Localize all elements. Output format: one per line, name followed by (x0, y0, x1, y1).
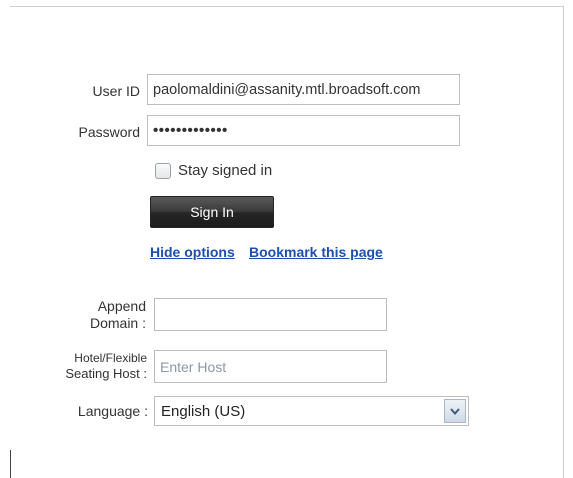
append-domain-label-line1: Append (97, 298, 146, 314)
frame-border-right (563, 6, 564, 478)
host-label: Hotel/Flexible Seating Host : (30, 351, 147, 381)
host-label-line2: Seating Host : (65, 366, 147, 381)
sign-in-button[interactable]: Sign In (150, 196, 274, 228)
host-label-line1: Hotel/Flexible (74, 351, 147, 365)
frame-border-top (10, 6, 564, 7)
bookmark-page-link[interactable]: Bookmark this page (249, 244, 383, 260)
user-id-label: User ID (92, 83, 140, 99)
append-domain-label-line2: Domain : (89, 315, 146, 331)
host-input[interactable] (154, 350, 387, 383)
stay-signed-in-checkbox[interactable] (155, 163, 171, 179)
append-domain-input[interactable] (154, 298, 387, 331)
user-id-input[interactable] (147, 74, 460, 105)
password-label: Password (78, 124, 140, 140)
append-domain-label: Append Domain : (50, 298, 146, 332)
language-label: Language : (77, 403, 148, 419)
language-select-value: English (US) (161, 403, 246, 420)
stay-signed-in-label[interactable]: Stay signed in (178, 162, 272, 179)
frame-border-left (10, 450, 11, 478)
sign-in-button-label: Sign In (190, 204, 234, 220)
language-select[interactable]: English (US) (154, 396, 469, 426)
chevron-down-icon (450, 407, 460, 415)
hide-options-link[interactable]: Hide options (150, 244, 235, 260)
language-dropdown-button[interactable] (444, 399, 466, 423)
password-input[interactable]: ••••••••••••• (147, 115, 460, 146)
